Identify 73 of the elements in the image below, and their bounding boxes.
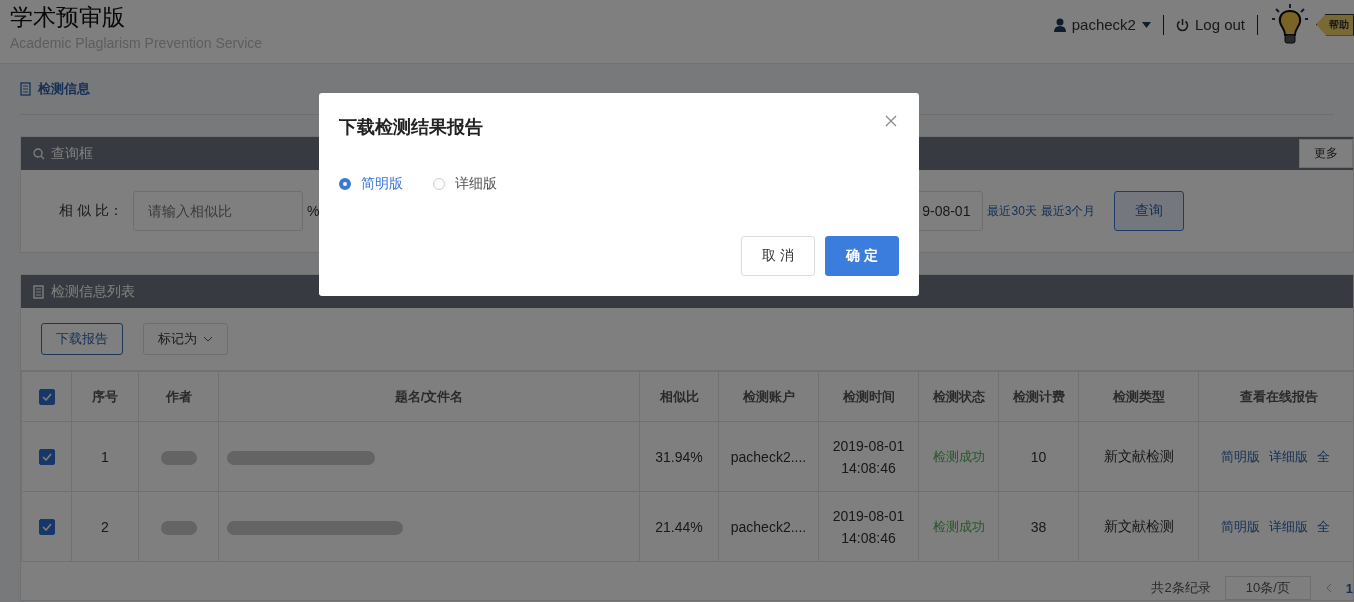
- row-checkbox[interactable]: [38, 449, 55, 466]
- help-sign[interactable]: 帮助: [1316, 13, 1354, 36]
- row-checkbox[interactable]: [38, 519, 55, 536]
- radio-option[interactable]: 简明版: [339, 175, 403, 193]
- column-header: 检测类型: [1078, 371, 1199, 422]
- column-header: 检测状态: [918, 371, 999, 422]
- page-size-select[interactable]: 10条/页: [1224, 576, 1311, 600]
- document-icon: [33, 284, 45, 299]
- panel-title: 检测信息列表: [51, 282, 135, 301]
- check-icon: [41, 392, 52, 401]
- table-cell: 1: [71, 421, 139, 492]
- caret-icon[interactable]: [1141, 21, 1151, 28]
- table-cell: 21.44%: [639, 491, 719, 562]
- page-number[interactable]: 1: [1345, 580, 1353, 596]
- select-all-checkbox[interactable]: [38, 388, 55, 405]
- page-heading: 检测信息: [38, 80, 90, 98]
- column-header: 查看在线报告: [1198, 371, 1354, 422]
- percent-label: %: [307, 203, 320, 219]
- table-cell: pacheck2....: [718, 421, 819, 492]
- table-cell: 新文献检测: [1078, 421, 1199, 492]
- report-link[interactable]: 简明版: [1221, 448, 1260, 464]
- column-header: 序号: [71, 371, 139, 422]
- column-header: 检测时间: [818, 371, 919, 422]
- column-header: 相似比: [639, 371, 719, 422]
- report-link[interactable]: 全: [1317, 518, 1330, 534]
- field-label: 相 似 比：: [59, 202, 124, 220]
- download-report-button[interactable]: 下载报告: [41, 323, 123, 355]
- redacted-block: [160, 450, 197, 465]
- column-header: 检测计费: [998, 371, 1079, 422]
- previous-page-icon[interactable]: [1324, 583, 1332, 593]
- date-range-link[interactable]: 最近3个月: [1040, 202, 1096, 220]
- more-button[interactable]: 更多: [1299, 139, 1353, 168]
- user-menu[interactable]: pacheck2: [1071, 16, 1136, 33]
- table-cell: 2: [71, 491, 139, 562]
- report-link[interactable]: 详细版: [1269, 518, 1308, 534]
- check-icon: [41, 523, 52, 532]
- user-icon: [1053, 17, 1066, 32]
- search-icon: [33, 147, 45, 160]
- total-count: 共2条纪录: [1151, 579, 1211, 597]
- similarity-input[interactable]: 请输入相似比: [133, 191, 303, 231]
- radio-option[interactable]: 详细版: [433, 175, 497, 193]
- cancel-button[interactable]: 取 消: [741, 236, 815, 276]
- table-cell: 31.94%: [639, 421, 719, 492]
- table-cell: 10: [998, 421, 1079, 492]
- panel-title: 查询框: [51, 144, 93, 163]
- app-title: 学术预审版: [10, 3, 126, 32]
- table-cell: pacheck2....: [718, 491, 819, 562]
- table-cell: 38: [998, 491, 1079, 562]
- dialog-title: 下载检测结果报告: [339, 116, 483, 139]
- chevron-down-icon: [203, 336, 213, 342]
- close-icon[interactable]: [885, 115, 897, 127]
- column-header: 题名/文件名: [218, 371, 640, 422]
- search-button[interactable]: 查询: [1113, 191, 1184, 231]
- column-header: 作者: [138, 371, 219, 422]
- status-text: 检测成功: [932, 518, 985, 534]
- check-icon: [41, 453, 52, 462]
- document-icon: [20, 82, 32, 96]
- date-range-link[interactable]: 最近30天: [987, 202, 1037, 220]
- radio-button[interactable]: [339, 178, 351, 190]
- table-cell: 2019-08-01 14:08:46: [832, 437, 905, 476]
- lightbulb-icon[interactable]: [1270, 2, 1310, 47]
- logout-link[interactable]: Log out: [1194, 16, 1245, 33]
- report-link[interactable]: 简明版: [1221, 518, 1260, 534]
- status-text: 检测成功: [932, 448, 985, 464]
- report-link[interactable]: 全: [1317, 448, 1330, 464]
- power-icon: [1175, 17, 1189, 32]
- table-cell: 2019-08-01 14:08:46: [832, 507, 905, 546]
- redacted-block: [160, 520, 197, 535]
- mark-as-dropdown[interactable]: 标记为: [143, 323, 228, 355]
- confirm-button[interactable]: 确 定: [825, 236, 899, 276]
- column-header: 检测账户: [718, 371, 819, 422]
- table-cell: 新文献检测: [1078, 491, 1199, 562]
- report-link[interactable]: 详细版: [1269, 448, 1308, 464]
